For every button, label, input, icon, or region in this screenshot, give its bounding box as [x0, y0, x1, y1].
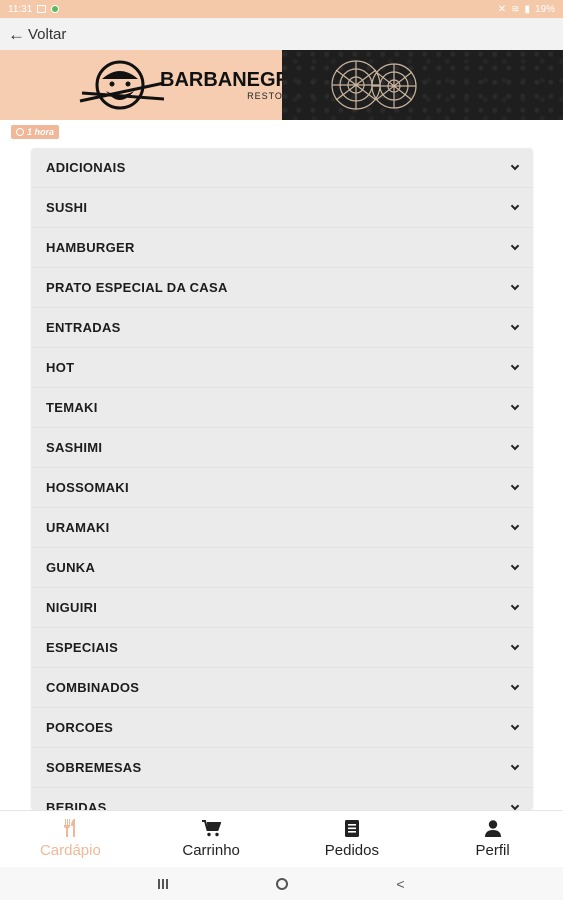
category-label: SOBREMESAS: [46, 760, 142, 775]
status-right: ✕ ≋ ▮ 19%: [498, 4, 555, 15]
category-label: BEBIDAS: [46, 800, 107, 810]
chevron-down-icon: [510, 401, 520, 410]
category-label: NIGUIRI: [46, 600, 98, 615]
nav-label: Cardápio: [39, 842, 101, 859]
category-item[interactable]: HOT: [31, 348, 533, 388]
wifi-icon: ≋: [511, 3, 520, 15]
chevron-down-icon: [510, 801, 520, 810]
receipt-icon: [344, 819, 359, 837]
nav-label: Pedidos: [324, 842, 379, 859]
chevron-down-icon: [510, 361, 520, 370]
category-item[interactable]: HOSSOMAKI: [31, 468, 533, 508]
chevron-down-icon: [510, 721, 520, 730]
system-back-button[interactable]: <: [396, 877, 404, 891]
category-item[interactable]: PRATO ESPECIAL DA CASA: [31, 268, 533, 308]
utensils-icon: [62, 819, 78, 837]
banner-logo-area: BARBANEGRA RESTOBAR: [0, 50, 304, 120]
nav-label: Perfil: [475, 842, 510, 859]
category-item[interactable]: SUSHI: [31, 188, 533, 228]
category-label: SUSHI: [46, 200, 88, 215]
chevron-down-icon: [510, 481, 520, 490]
app-root: 11:31 ✕ ≋ ▮ 19% ← Voltar BARBANEGRA REST…: [0, 0, 563, 900]
category-item[interactable]: BEBIDAS: [31, 788, 533, 810]
category-label: TEMAKI: [46, 400, 98, 415]
category-item[interactable]: URAMAKI: [31, 508, 533, 548]
category-label: GUNKA: [46, 560, 96, 575]
battery-level: 19%: [534, 3, 555, 15]
delivery-time-badge: 1 hora: [11, 125, 60, 139]
category-label: PORCOES: [46, 720, 114, 735]
category-item[interactable]: ENTRADAS: [31, 308, 533, 348]
signal-icon: ▮: [524, 3, 530, 15]
chevron-down-icon: [510, 601, 520, 610]
nav-pedidos[interactable]: Pedidos: [282, 811, 423, 867]
chevron-down-icon: [510, 761, 520, 770]
back-label: Voltar: [28, 25, 67, 43]
chevron-down-icon: [510, 561, 520, 570]
category-item[interactable]: ESPECIAIS: [31, 628, 533, 668]
user-icon: [484, 819, 501, 837]
nav-label: Carrinho: [182, 842, 240, 859]
restaurant-banner: BARBANEGRA RESTOBAR: [0, 50, 563, 120]
category-label: SASHIMI: [46, 440, 103, 455]
back-button[interactable]: ← Voltar: [8, 26, 66, 43]
home-button[interactable]: [276, 877, 289, 890]
recent-apps-button[interactable]: [158, 878, 169, 889]
category-label: HOSSOMAKI: [46, 480, 129, 495]
chevron-down-icon: [510, 441, 520, 450]
chevron-down-icon: [510, 521, 520, 530]
category-item[interactable]: PORCOES: [31, 708, 533, 748]
status-bar: 11:31 ✕ ≋ ▮ 19%: [0, 0, 563, 18]
category-item[interactable]: ADICIONAIS: [31, 148, 533, 188]
chevron-down-icon: [510, 641, 520, 650]
app-bar: ← Voltar: [0, 18, 563, 50]
category-label: PRATO ESPECIAL DA CASA: [46, 280, 228, 295]
category-label: ENTRADAS: [46, 320, 121, 335]
category-item[interactable]: TEMAKI: [31, 388, 533, 428]
category-label: COMBINADOS: [46, 680, 140, 695]
category-item[interactable]: NIGUIRI: [31, 588, 533, 628]
category-item[interactable]: HAMBURGER: [31, 228, 533, 268]
category-label: HAMBURGER: [46, 240, 135, 255]
gallery-notification-icon: [37, 5, 47, 13]
banner-photo: [282, 50, 563, 120]
category-label: URAMAKI: [46, 520, 110, 535]
clock-icon: [16, 128, 24, 136]
category-item[interactable]: SOBREMESAS: [31, 748, 533, 788]
sushi-illustration-icon: [331, 60, 417, 110]
chevron-down-icon: [510, 681, 520, 690]
back-arrow-icon: ←: [8, 24, 25, 44]
system-navigation-bar: <: [0, 867, 563, 900]
category-item[interactable]: SASHIMI: [31, 428, 533, 468]
category-label: HOT: [46, 360, 75, 375]
category-label: ESPECIAIS: [46, 640, 119, 655]
category-list: ADICIONAIS SUSHI HAMBURGER PRATO ESPECIAL D…: [31, 148, 533, 810]
mute-icon: ✕: [497, 3, 507, 15]
chevron-down-icon: [510, 321, 520, 330]
chevron-down-icon: [510, 281, 520, 290]
category-label: ADICIONAIS: [46, 160, 126, 175]
nav-carrinho[interactable]: Carrinho: [141, 811, 282, 867]
category-item[interactable]: COMBINADOS: [31, 668, 533, 708]
bottom-navigation: Cardápio Carrinho Pedidos Perfil: [0, 810, 563, 867]
pirate-logo-icon: [79, 60, 165, 110]
status-left: 11:31: [8, 3, 60, 15]
chevron-down-icon: [510, 201, 520, 210]
app-notification-icon: [51, 5, 60, 13]
delivery-time-label: 1 hora: [27, 127, 55, 137]
chevron-down-icon: [510, 161, 520, 170]
nav-cardapio[interactable]: Cardápio: [0, 811, 141, 867]
cart-icon: [201, 819, 221, 837]
nav-perfil[interactable]: Perfil: [422, 811, 563, 867]
status-time: 11:31: [8, 3, 33, 15]
category-item[interactable]: GUNKA: [31, 548, 533, 588]
chevron-down-icon: [510, 241, 520, 250]
